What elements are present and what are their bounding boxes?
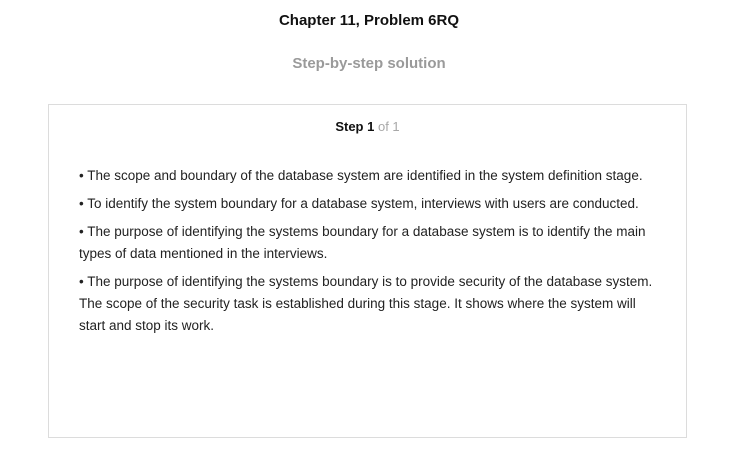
step-label: Step 1 (335, 119, 375, 134)
step-header: Step 1 of 1 (49, 119, 686, 134)
step-item: • The purpose of identifying the systems… (79, 274, 653, 333)
chapter-title: Chapter 11, Problem 6RQ (278, 12, 460, 29)
step-item: • The scope and boundary of the database… (79, 168, 643, 183)
step-card: Step 1 of 1 • The scope and boundary of … (48, 104, 687, 438)
solution-subtitle: Step-by-step solution (292, 55, 446, 72)
step-item: • To identify the system boundary for a … (79, 196, 639, 211)
step-item: • The purpose of identifying the systems… (79, 224, 646, 261)
step-count: of 1 (377, 119, 400, 134)
solution-page: Chapter 11, Problem 6RQ Step-by-step sol… (0, 0, 738, 466)
step-body: • The scope and boundary of the database… (79, 165, 659, 343)
